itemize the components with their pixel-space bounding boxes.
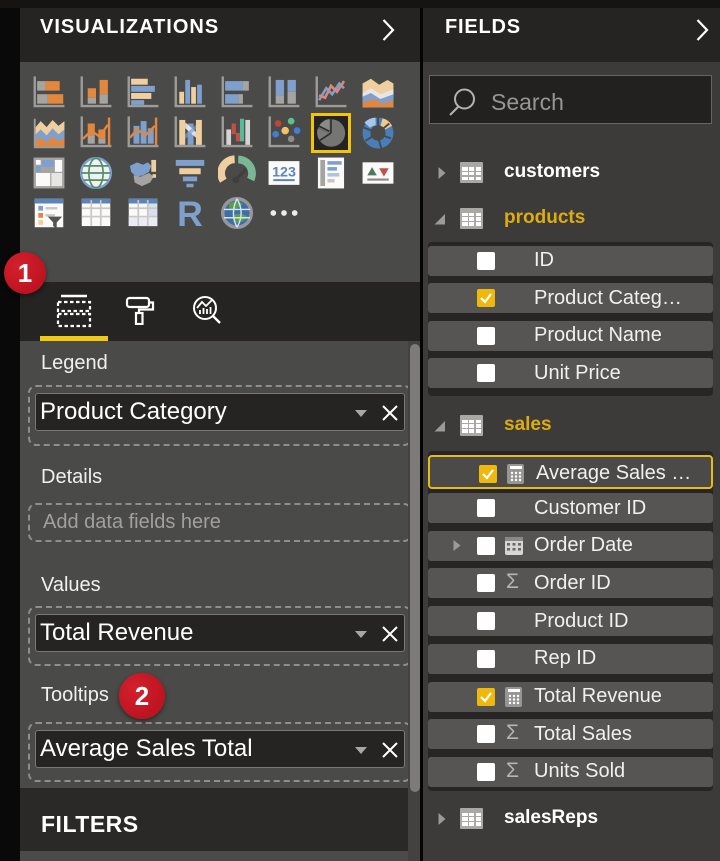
svg-text:R: R bbox=[177, 194, 203, 232]
svg-text:123: 123 bbox=[272, 165, 296, 181]
